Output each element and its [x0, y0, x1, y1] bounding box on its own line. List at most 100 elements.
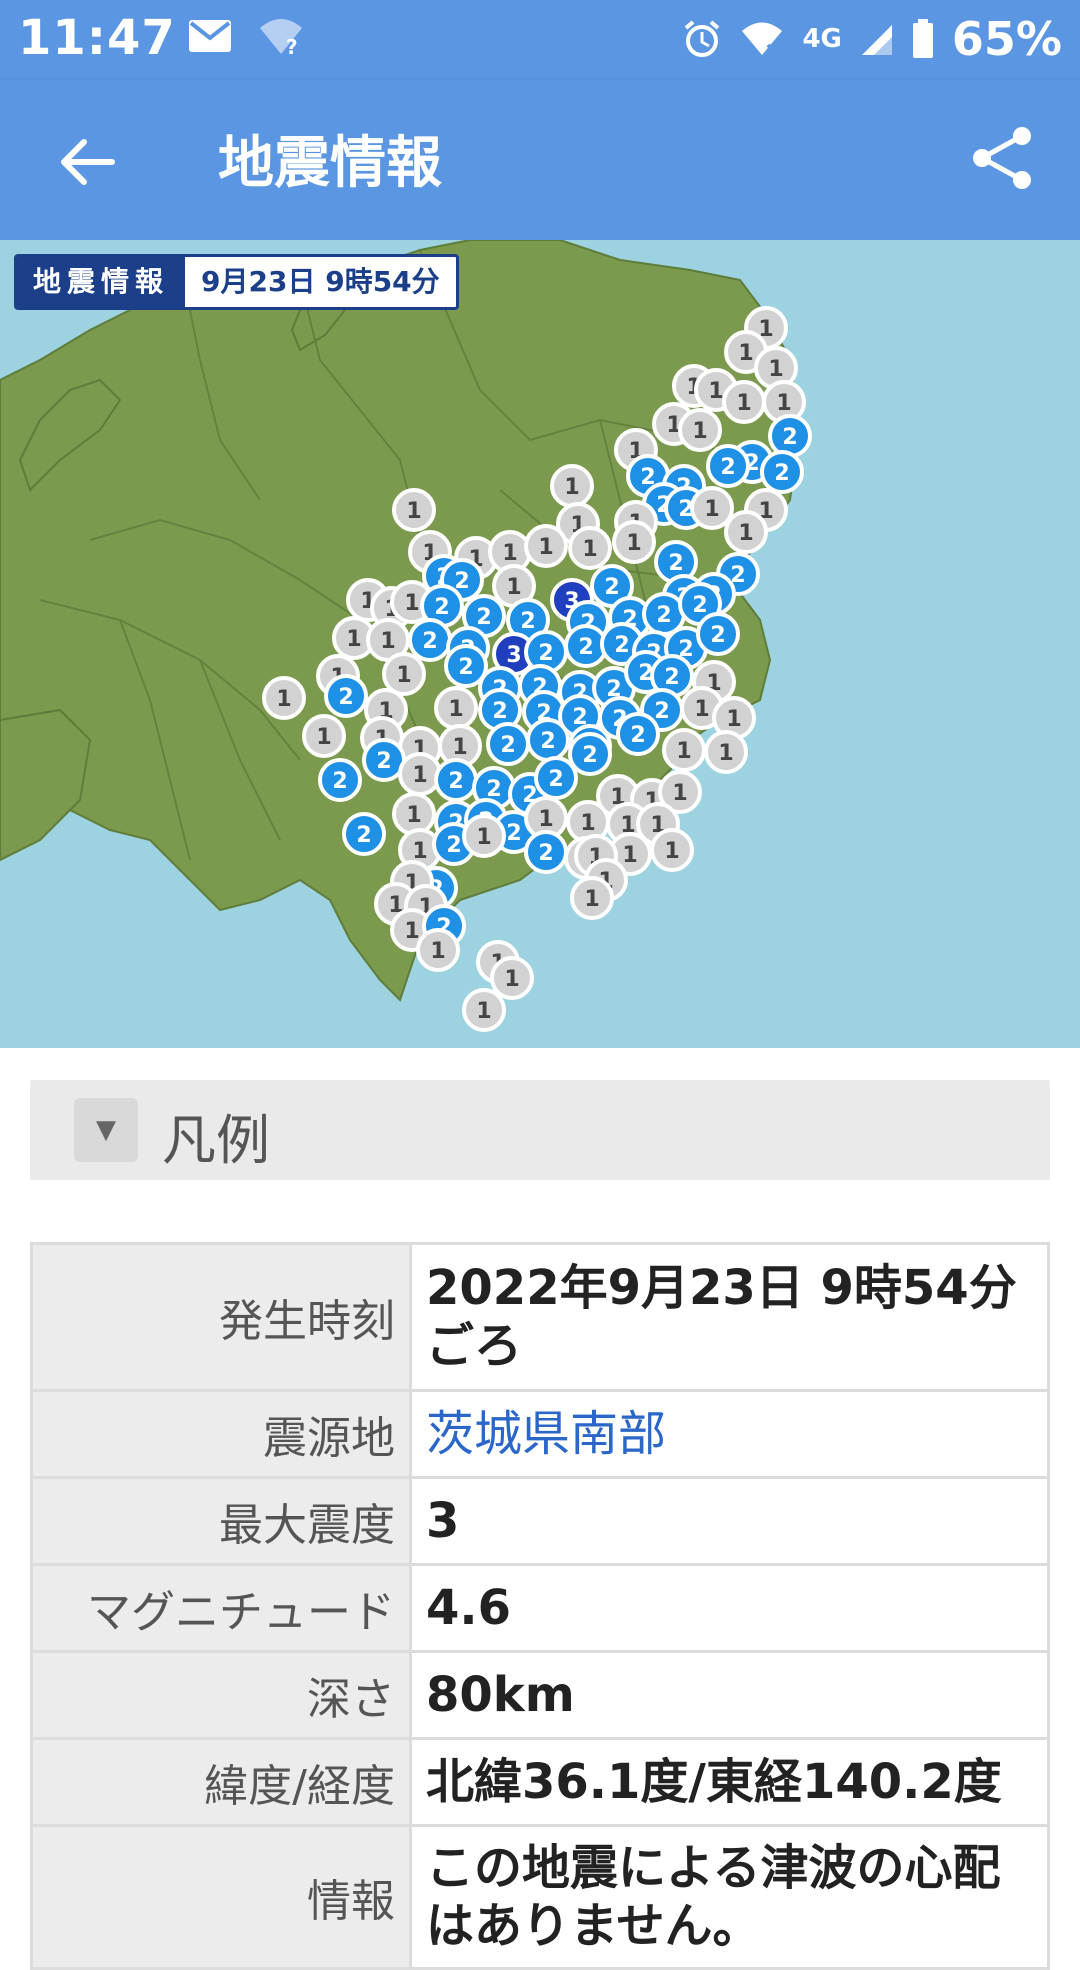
intensity-marker-label: 1	[538, 535, 553, 560]
detail-label: 発生時刻	[30, 1242, 412, 1392]
intensity-marker-label: 1	[584, 887, 599, 912]
earthquake-map[interactable]: 1111111111222212222111111111111222213222…	[0, 240, 1080, 1048]
intensity-marker-1: 1	[462, 988, 506, 1032]
detail-label: 情報	[30, 1824, 412, 1970]
earthquake-details-table: 発生時刻 2022年9月23日 9時54分ごろ 震源地 茨城県南部 最大震度 3…	[30, 1242, 1050, 1970]
svg-text:?: ?	[286, 35, 298, 56]
intensity-marker-label: 2	[578, 635, 593, 660]
intensity-marker-1: 1	[550, 464, 594, 508]
battery-percent: 65%	[951, 12, 1062, 66]
intensity-marker-1: 1	[398, 752, 442, 796]
intensity-marker-2: 2	[568, 732, 612, 776]
detail-label: マグニチュード	[30, 1563, 412, 1653]
legend-toggle-bar[interactable]: ▼ 凡例	[30, 1080, 1050, 1180]
legend-label: 凡例	[162, 1109, 270, 1172]
intensity-marker-label: 2	[376, 749, 391, 774]
mail-icon	[189, 20, 231, 52]
intensity-marker-label: 1	[672, 781, 687, 806]
intensity-marker-label: 2	[654, 699, 669, 724]
intensity-marker-1: 1	[690, 486, 734, 530]
network-type: 4G	[802, 24, 842, 54]
detail-row-depth: 深さ 80km	[30, 1650, 1050, 1740]
intensity-marker-label: 1	[396, 663, 411, 688]
intensity-marker-label: 2	[538, 641, 553, 666]
intensity-marker-2: 2	[408, 618, 452, 662]
intensity-marker-label: 2	[458, 655, 473, 680]
intensity-marker-label: 1	[626, 531, 641, 556]
intensity-marker-label: 2	[520, 609, 535, 634]
status-left-icons: ?	[188, 16, 304, 56]
intensity-marker-label: 1	[694, 697, 709, 722]
intensity-marker-label: 1	[412, 763, 427, 788]
intensity-marker-2: 2	[526, 718, 570, 762]
intensity-marker-2: 2	[760, 450, 804, 494]
intensity-marker-label: 1	[506, 575, 521, 600]
status-right-icons: 4G 65%	[682, 12, 1062, 66]
intensity-marker-label: 2	[582, 743, 597, 768]
back-arrow-icon[interactable]	[52, 126, 124, 198]
intensity-marker-label: 2	[720, 455, 735, 480]
intensity-marker-label: 3	[506, 643, 521, 668]
detail-row-time: 発生時刻 2022年9月23日 9時54分ごろ	[30, 1242, 1050, 1392]
intensity-marker-2: 2	[564, 624, 608, 668]
intensity-marker-label: 1	[380, 629, 395, 654]
detail-value: 北緯36.1度/東経140.2度	[409, 1737, 1050, 1827]
intensity-marker-label: 2	[710, 623, 725, 648]
intensity-marker-label: 1	[768, 357, 783, 382]
map-label-title: 地震情報	[17, 257, 186, 307]
intensity-marker-2: 2	[696, 612, 740, 656]
intensity-marker-label: 2	[782, 425, 797, 450]
intensity-marker-2: 2	[486, 722, 530, 766]
detail-value: 4.6	[409, 1563, 1050, 1653]
intensity-marker-1: 1	[392, 792, 436, 836]
detail-label: 深さ	[30, 1650, 412, 1740]
intensity-marker-1: 1	[650, 828, 694, 872]
intensity-marker-label: 1	[448, 697, 463, 722]
intensity-marker-label: 2	[692, 593, 707, 618]
app-bar: 地震情報	[0, 80, 1080, 240]
intensity-marker-2: 2	[434, 758, 478, 802]
alarm-icon	[685, 20, 720, 57]
intensity-marker-1: 1	[724, 510, 768, 554]
intensity-marker-1: 1	[662, 728, 706, 772]
intensity-marker-label: 2	[656, 603, 671, 628]
detail-row-info: 情報 この地震による津波の心配はありません。	[30, 1824, 1050, 1970]
intensity-marker-label: 1	[738, 521, 753, 546]
intensity-marker-label: 1	[276, 687, 291, 712]
intensity-marker-2: 2	[534, 756, 578, 800]
intensity-marker-label: 1	[776, 391, 791, 416]
intensity-marker-label: 2	[614, 633, 629, 658]
wifi-question-icon: ?	[260, 19, 302, 56]
intensity-marker-label: 2	[538, 841, 553, 866]
intensity-marker-label: 1	[404, 591, 419, 616]
intensity-marker-label: 2	[422, 629, 437, 654]
wifi-off-icon	[742, 22, 783, 59]
share-icon[interactable]	[966, 122, 1038, 194]
triangle-down-icon[interactable]: ▼	[74, 1098, 138, 1162]
status-bar: 11:47 ? 4G 65%	[0, 0, 1080, 80]
intensity-marker-2: 2	[616, 712, 660, 756]
intensity-marker-label: 1	[538, 807, 553, 832]
intensity-marker-1: 1	[570, 876, 614, 920]
intensity-marker-2: 2	[524, 830, 568, 874]
intensity-marker-label: 1	[430, 939, 445, 964]
intensity-marker-1: 1	[382, 652, 426, 696]
detail-value-link[interactable]: 茨城県南部	[409, 1389, 1050, 1479]
intensity-marker-label: 1	[504, 967, 519, 992]
intensity-marker-label: 2	[506, 821, 521, 846]
detail-label: 緯度/経度	[30, 1737, 412, 1827]
intensity-marker-label: 1	[704, 497, 719, 522]
page-title: 地震情報	[218, 131, 442, 196]
epicenter-link[interactable]: 茨城県南部	[426, 1406, 666, 1462]
intensity-marker-label: 2	[448, 769, 463, 794]
intensity-marker-label: 1	[502, 541, 517, 566]
intensity-marker-label: 2	[540, 729, 555, 754]
detail-row-magnitude: マグニチュード 4.6	[30, 1563, 1050, 1653]
intensity-map-canvas: 1111111111222212222111111111111222213222…	[0, 240, 812, 1032]
intensity-marker-1: 1	[722, 380, 766, 424]
status-time: 11:47	[18, 10, 176, 66]
detail-row-latlon: 緯度/経度 北緯36.1度/東経140.2度	[30, 1737, 1050, 1827]
intensity-marker-label: 1	[708, 379, 723, 404]
detail-value: この地震による津波の心配はありません。	[409, 1824, 1050, 1970]
intensity-marker-1: 1	[490, 956, 534, 1000]
